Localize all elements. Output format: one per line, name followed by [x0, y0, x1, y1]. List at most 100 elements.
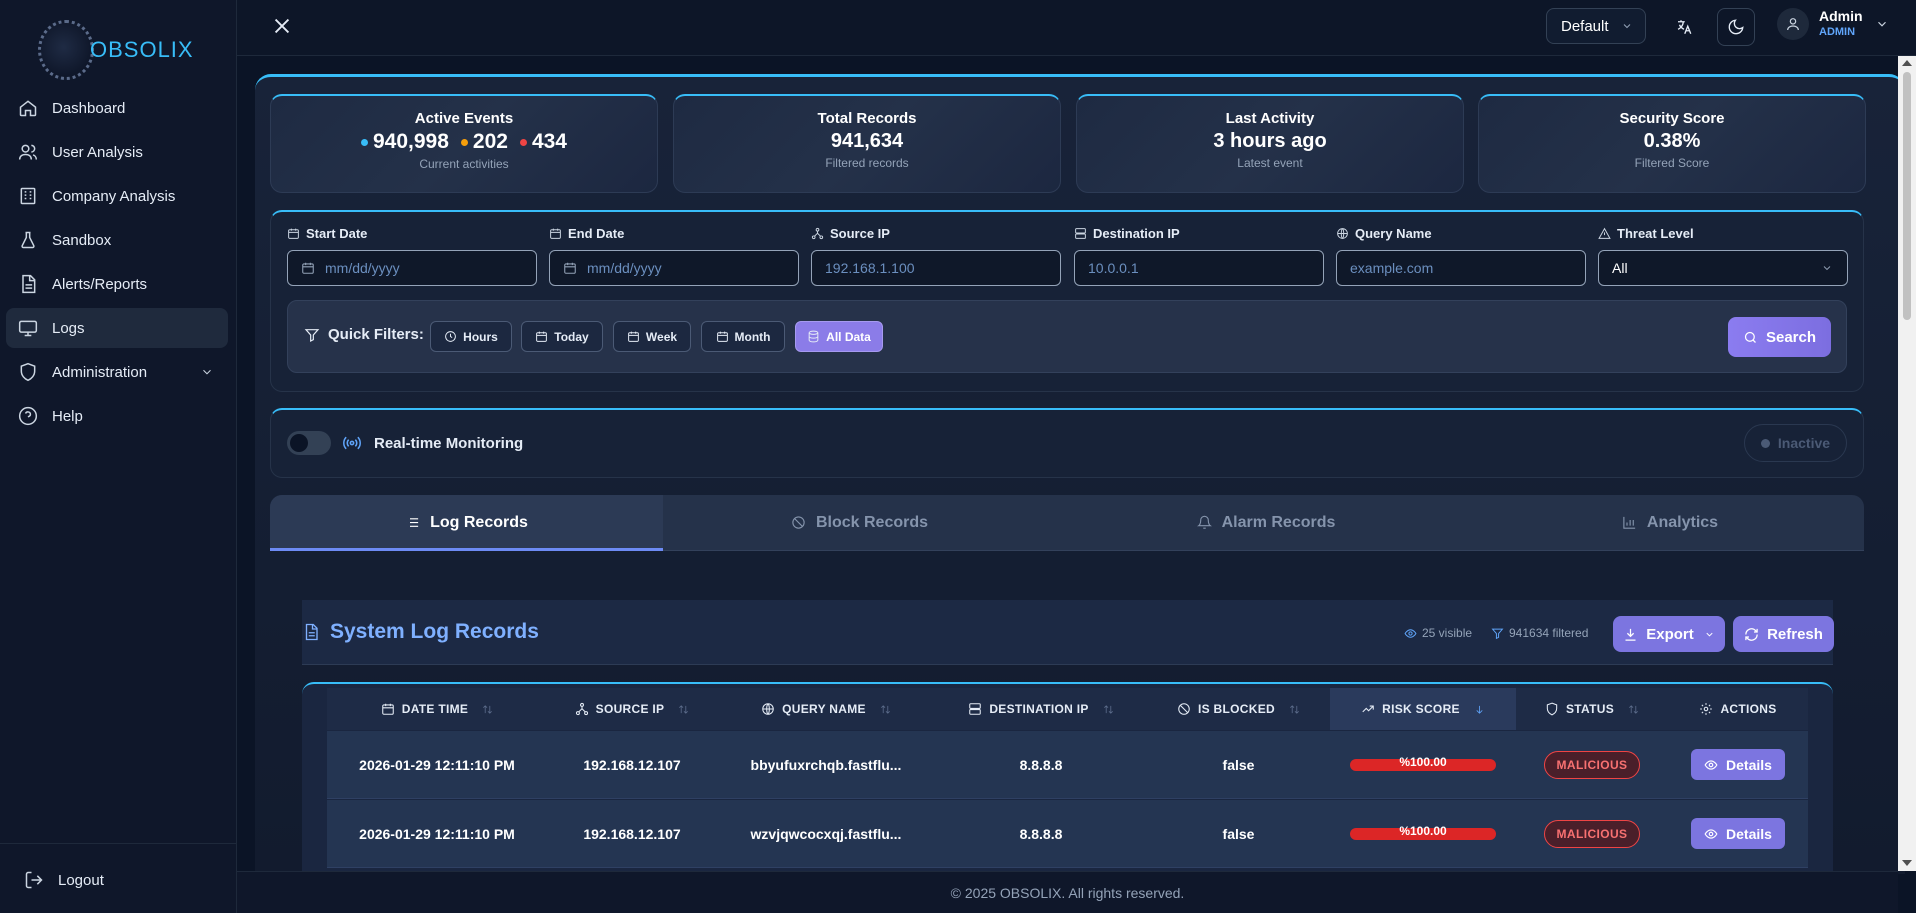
warning-icon — [1598, 227, 1611, 239]
column-header-label: QUERY NAME — [782, 702, 866, 716]
quick-filter-all-data[interactable]: All Data — [795, 321, 883, 352]
column-header-status[interactable]: STATUS — [1516, 688, 1668, 730]
users-icon — [18, 144, 38, 160]
column-header-date-time[interactable]: DATE TIME — [327, 688, 547, 730]
column-header-risk-score[interactable]: RISK SCORE — [1330, 688, 1516, 730]
tab-block-records[interactable]: Block Records — [663, 495, 1056, 550]
details-button[interactable]: Details — [1691, 749, 1785, 780]
field-label-text: End Date — [568, 225, 625, 241]
cell-date-time: 2026-01-29 12:11:10 PM — [359, 756, 515, 773]
logout-label: Logout — [58, 871, 104, 889]
topbar: Default Admin ADMIN — [237, 0, 1916, 56]
column-header-query-name[interactable]: QUERY NAME — [717, 688, 935, 730]
column-header-label: DATE TIME — [401, 702, 469, 716]
sidebar-item-help[interactable]: Help — [6, 396, 228, 436]
eye-icon — [1704, 759, 1718, 770]
event-count-value: 940,998 — [372, 130, 449, 153]
sidebar-item-label: Dashboard — [52, 99, 126, 117]
close-icon — [274, 18, 290, 34]
theme-select[interactable]: Default — [1546, 8, 1646, 44]
tab-alarm-records[interactable]: Alarm Records — [1056, 495, 1476, 550]
cell-risk-score: %100.00 — [1330, 800, 1516, 867]
table-header: DATE TIME SOURCE IP QUERY NAME DESTINATI… — [327, 688, 1808, 730]
table-row[interactable]: 2026-01-29 12:11:10 PM 192.168.12.107 bb… — [327, 731, 1808, 799]
tab-log-records[interactable]: Log Records — [270, 495, 663, 551]
eye-icon — [1704, 828, 1718, 839]
destination-ip-input[interactable]: 10.0.0.1 — [1074, 250, 1324, 286]
sidebar-item-sandbox[interactable]: Sandbox — [6, 220, 228, 260]
tab-label: Block Records — [815, 513, 929, 531]
user-menu[interactable]: Admin ADMIN — [1777, 8, 1889, 40]
quick-filter-hours[interactable]: Hours — [430, 321, 512, 352]
clock-icon — [445, 331, 457, 342]
start-date-input[interactable]: mm/dd/yyyy — [287, 250, 537, 286]
logout-button[interactable]: Logout — [24, 870, 104, 890]
sidebar-item-alerts-reports[interactable]: Alerts/Reports — [6, 264, 228, 304]
sidebar-item-label: User Analysis — [52, 143, 143, 161]
calendar-icon — [381, 703, 394, 715]
close-sidebar-button[interactable] — [271, 15, 293, 37]
download-icon — [1625, 628, 1636, 641]
sidebar-item-dashboard[interactable]: Dashboard — [6, 88, 228, 128]
export-button[interactable]: Export — [1613, 616, 1725, 652]
column-header-destination-ip[interactable]: DESTINATION IP — [935, 688, 1147, 730]
translate-icon — [1677, 20, 1692, 35]
input-placeholder: mm/dd/yyyy — [587, 260, 662, 276]
scroll-down-icon[interactable] — [1902, 860, 1912, 866]
sidebar: OBSOLIX Dashboard User Analysis Company … — [0, 0, 237, 913]
stat-subtitle: Latest event — [1237, 156, 1303, 170]
source-ip-input[interactable]: 192.168.1.100 — [811, 250, 1061, 286]
refresh-button[interactable]: Refresh — [1733, 616, 1834, 652]
sort-icon — [880, 704, 890, 714]
sidebar-item-administration[interactable]: Administration — [6, 352, 228, 392]
status-dot-icon — [1760, 438, 1770, 448]
field-label-text: Source IP — [830, 225, 890, 241]
sidebar-item-logs[interactable]: Logs — [6, 308, 228, 348]
chevron-down-icon — [1877, 21, 1886, 27]
stat-card-active-events: Active Events 940,998 202 434 Current ac… — [270, 94, 658, 193]
toggle-knob — [290, 434, 308, 452]
avatar — [1777, 8, 1809, 40]
field-label-text: Query Name — [1355, 225, 1432, 241]
quick-filter-today[interactable]: Today — [521, 321, 603, 352]
sort-descending-icon — [1476, 705, 1483, 714]
table-row[interactable]: 2026-01-29 12:11:10 PM 192.168.12.107 wz… — [327, 800, 1808, 868]
filter-icon — [1491, 628, 1504, 639]
broadcast-icon — [342, 433, 362, 453]
tab-label: Analytics — [1646, 513, 1719, 531]
end-date-field: End Date mm/dd/yyyy — [549, 224, 799, 286]
brand-logo[interactable]: OBSOLIX — [38, 20, 194, 80]
server-icon — [1075, 227, 1086, 239]
column-header-source-ip[interactable]: SOURCE IP — [547, 688, 717, 730]
refresh-icon — [1745, 627, 1758, 641]
cell-actions: Details — [1668, 731, 1808, 798]
refresh-label: Refresh — [1767, 625, 1823, 643]
field-label: Source IP — [811, 224, 1061, 242]
sidebar-item-company-analysis[interactable]: Company Analysis — [6, 176, 228, 216]
dark-mode-toggle[interactable] — [1717, 8, 1755, 46]
sidebar-item-user-analysis[interactable]: User Analysis — [6, 132, 228, 172]
query-name-input[interactable]: example.com — [1336, 250, 1586, 286]
scrollbar-thumb[interactable] — [1903, 72, 1911, 320]
help-icon — [18, 406, 38, 426]
search-button[interactable]: Search — [1728, 317, 1831, 357]
select-value: All — [1612, 260, 1628, 276]
ban-icon — [1178, 703, 1190, 715]
threat-level-select[interactable]: All — [1598, 250, 1848, 286]
quick-filter-month[interactable]: Month — [701, 321, 785, 352]
end-date-input[interactable]: mm/dd/yyyy — [549, 250, 799, 286]
tab-analytics[interactable]: Analytics — [1476, 495, 1864, 550]
scroll-up-icon[interactable] — [1902, 60, 1912, 66]
input-placeholder: 192.168.1.100 — [825, 260, 915, 276]
input-placeholder: mm/dd/yyyy — [325, 260, 400, 276]
column-header-is-blocked[interactable]: IS BLOCKED — [1147, 688, 1330, 730]
details-button[interactable]: Details — [1691, 818, 1785, 849]
quick-filter-week[interactable]: Week — [613, 321, 691, 352]
cell-query-name: bbyufuxrchqb.fastflu... — [750, 756, 902, 773]
calendar-icon — [302, 262, 314, 274]
shield-icon — [1546, 702, 1558, 716]
event-count-value: 202 — [472, 130, 508, 153]
language-button[interactable] — [1667, 10, 1701, 44]
brand-name: OBSOLIX — [90, 37, 194, 62]
realtime-label: Real-time Monitoring — [374, 435, 524, 452]
